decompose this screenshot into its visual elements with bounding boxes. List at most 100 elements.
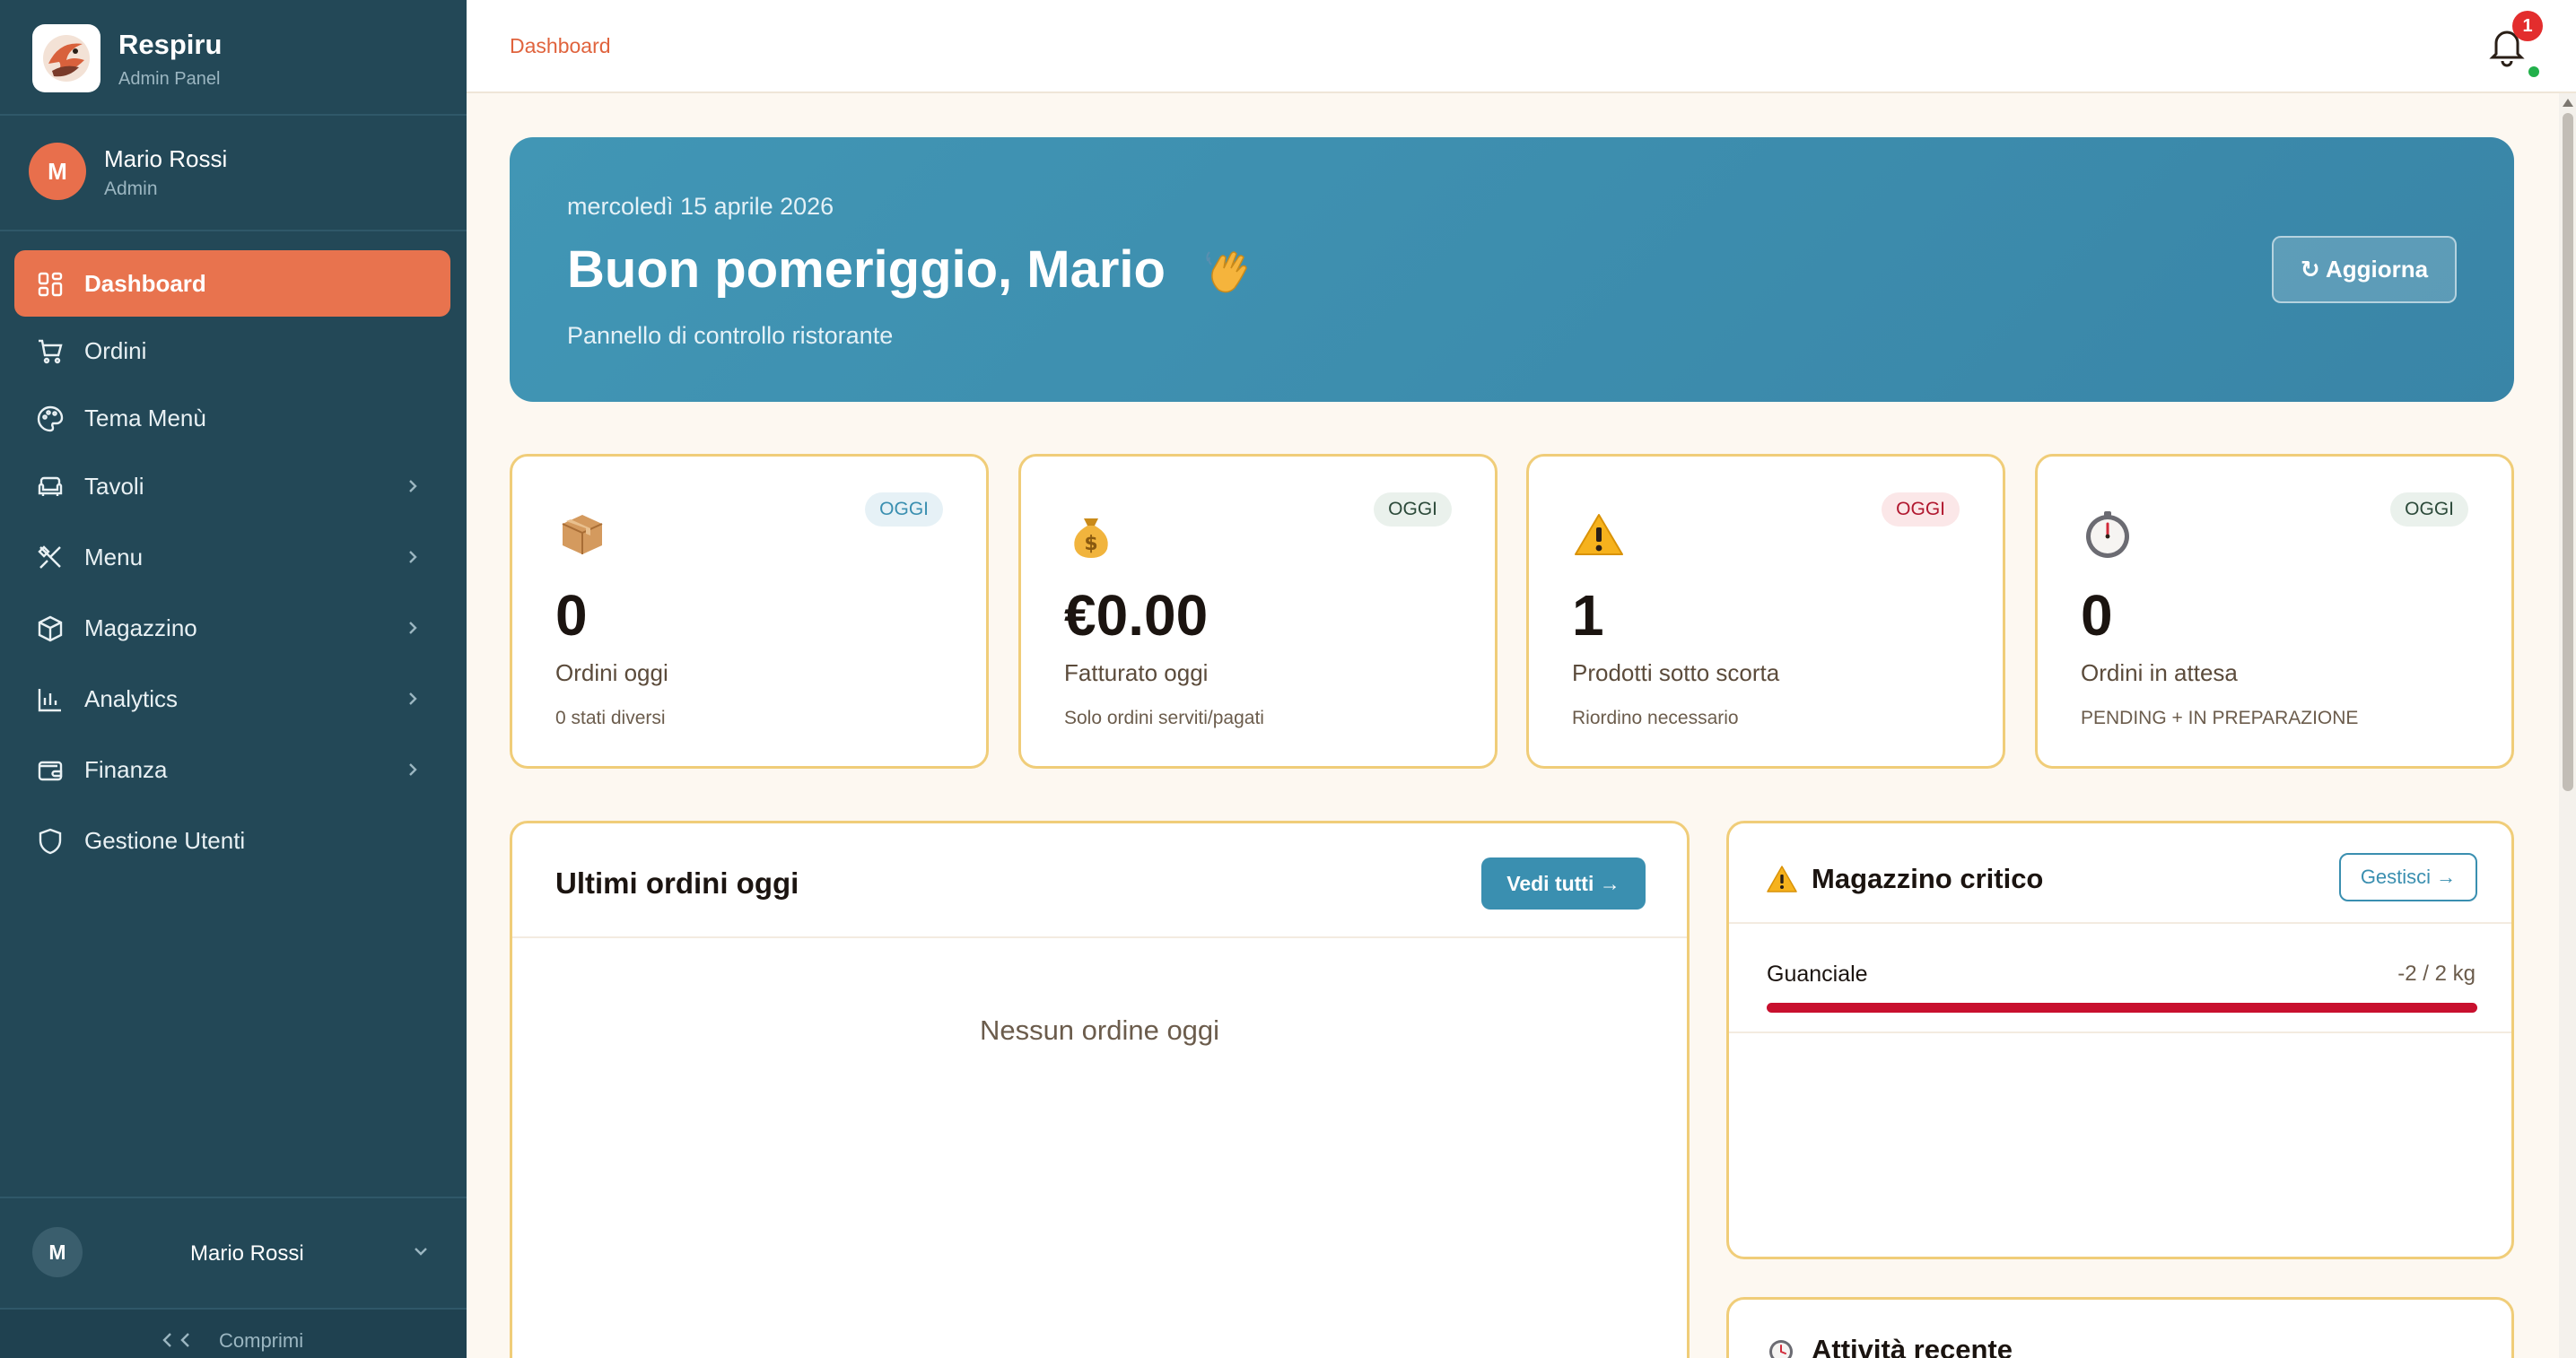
sidebar-item-label: Gestione Utenti — [84, 827, 246, 854]
panel-header: Ultimi ordini oggi Vedi tutti → — [512, 823, 1687, 938]
stat-label: Ordini oggi — [555, 659, 668, 686]
stock-item-quantity: -2 / 2 kg — [2397, 962, 2476, 986]
panel-title: Attività recente — [1812, 1334, 2013, 1358]
sidebar-user-name: Mario Rossi — [190, 1241, 304, 1266]
period-badge: OGGI — [1882, 492, 1960, 527]
sidebar-item-label: Dashboard — [84, 270, 206, 297]
utensils-icon — [38, 545, 61, 569]
breadcrumb[interactable]: Dashboard — [510, 34, 611, 58]
refresh-button[interactable]: ↻ Aggiorna — [2272, 236, 2457, 303]
stock-level-bar — [1767, 1003, 2477, 1013]
sidebar: Respiru Admin Panel M Mario Rossi Admin … — [0, 0, 467, 1358]
stat-value: 0 — [555, 583, 588, 648]
stat-value: 1 — [1572, 583, 1604, 648]
chevron-right-icon — [409, 763, 417, 776]
brand-subtitle: Admin Panel — [118, 69, 221, 89]
sidebar-item-analytics[interactable]: Analytics — [14, 666, 450, 732]
period-badge: OGGI — [2390, 492, 2468, 527]
scroll-up-arrow-icon[interactable] — [2563, 99, 2573, 107]
sidebar-item-dashboard[interactable]: Dashboard — [14, 250, 450, 317]
brand-name: Respiru — [118, 29, 223, 60]
period-badge: OGGI — [1374, 492, 1452, 527]
warning-icon — [1767, 866, 1797, 892]
stat-card-low-stock: OGGI 1 Prodotti sotto scorta Riordino ne… — [1526, 454, 2005, 769]
shield-icon — [39, 828, 62, 855]
stat-label: Fatturato oggi — [1064, 659, 1209, 686]
armchair-icon — [38, 476, 63, 496]
stat-card-revenue-today: OGGI $ €0.00 Fatturato oggi Solo ordini … — [1018, 454, 1498, 769]
online-status-dot — [2528, 66, 2539, 77]
view-all-orders-button[interactable]: Vedi tutti → — [1481, 857, 1646, 910]
timer-icon — [2086, 511, 2129, 558]
grid-icon — [38, 272, 63, 297]
sidebar-user-menu[interactable]: M Mario Rossi — [0, 1197, 467, 1308]
stock-item-name: Guanciale — [1767, 962, 1868, 987]
package-icon — [562, 515, 603, 554]
stat-card-pending-orders: OGGI 0 Ordini in attesa PENDING + IN PRE… — [2035, 454, 2514, 769]
user-role: Admin — [104, 178, 158, 199]
empty-state-message: Nessun ordine oggi — [979, 1014, 1220, 1046]
sidebar-item-label: Menu — [84, 544, 144, 570]
cart-icon — [39, 339, 63, 364]
chevron-down-icon — [415, 1248, 427, 1256]
manage-stock-button[interactable]: Gestisci → — [2339, 853, 2477, 901]
sidebar-item-label: Tavoli — [84, 473, 144, 500]
stat-label: Prodotti sotto scorta — [1572, 659, 1780, 686]
stat-value: 0 — [2081, 583, 2113, 648]
sidebar-item-gestione-utenti[interactable]: Gestione Utenti — [14, 807, 450, 874]
stat-sublabel: PENDING + IN PREPARAZIONE — [2081, 708, 2359, 728]
panel-header: Magazzino critico Gestisci → — [1729, 823, 2511, 924]
topbar: Dashboard 1 — [467, 0, 2576, 93]
waving-hand-icon — [1206, 251, 1247, 293]
latest-orders-panel: Ultimi ordini oggi Vedi tutti → Nessun o… — [510, 821, 1690, 1358]
collapse-label: Comprimi — [219, 1329, 304, 1352]
avatar: M — [29, 143, 86, 200]
warning-icon — [1575, 514, 1623, 555]
scrollbar-thumb[interactable] — [2563, 113, 2573, 791]
sidebar-item-menu[interactable]: Menu — [14, 524, 450, 590]
user-name: Mario Rossi — [104, 145, 228, 172]
period-badge: OGGI — [865, 492, 943, 527]
brand-header: Respiru Admin Panel — [0, 0, 467, 116]
user-profile: M Mario Rossi Admin — [0, 116, 467, 231]
stock-item-row[interactable]: Guanciale -2 / 2 kg — [1729, 924, 2511, 1033]
panel-title: Magazzino critico — [1812, 863, 2044, 894]
svg-text:$: $ — [1084, 533, 1097, 555]
critical-stock-panel: Magazzino critico Gestisci → Guanciale -… — [1726, 821, 2514, 1259]
money-bag-icon: $ — [1074, 518, 1108, 558]
stat-label: Ordini in attesa — [2081, 659, 2238, 686]
wallet-icon — [38, 761, 63, 781]
chevrons-left-icon — [162, 1333, 189, 1347]
stat-sublabel: 0 stati diversi — [555, 708, 666, 728]
sidebar-item-label: Magazzino — [84, 614, 197, 641]
sidebar-item-tavoli[interactable]: Tavoli — [14, 453, 450, 519]
sidebar-item-label: Ordini — [84, 337, 147, 364]
box-icon — [38, 615, 63, 642]
collapse-sidebar-button[interactable]: Comprimi — [0, 1308, 467, 1358]
brand-logo[interactable] — [32, 24, 100, 92]
sidebar-item-magazzino[interactable]: Magazzino — [14, 595, 450, 661]
sidebar-item-tema-menu[interactable]: Tema Menù — [14, 385, 450, 451]
chevron-right-icon — [409, 622, 417, 634]
sidebar-item-ordini[interactable]: Ordini — [14, 318, 450, 384]
stat-value: €0.00 — [1064, 583, 1209, 648]
sidebar-item-label: Analytics — [84, 685, 179, 712]
greeting-title: Buon pomeriggio, Mario — [567, 240, 1166, 299]
chevron-right-icon — [409, 480, 417, 492]
current-date: mercoledì 15 aprile 2026 — [567, 193, 834, 220]
sidebar-item-label: Tema Menù — [84, 405, 206, 431]
chevron-right-icon — [409, 551, 417, 563]
sidebar-item-finanza[interactable]: Finanza — [14, 736, 450, 803]
avatar: M — [32, 1227, 83, 1277]
sidebar-item-label: Finanza — [84, 756, 168, 783]
banner-subtitle: Pannello di controllo ristorante — [567, 322, 894, 349]
stat-sublabel: Riordino necessario — [1572, 708, 1739, 728]
clock-icon — [1769, 1340, 1793, 1358]
panel-title: Ultimi ordini oggi — [555, 866, 799, 900]
stock-level-fill — [1767, 1003, 2477, 1013]
palette-icon — [37, 405, 64, 432]
bar-chart-icon — [38, 689, 61, 712]
chevron-right-icon — [409, 692, 417, 705]
stat-card-orders-today: OGGI 0 Ordini oggi 0 stati diversi — [510, 454, 989, 769]
welcome-banner: mercoledì 15 aprile 2026 Buon pomeriggio… — [510, 137, 2514, 402]
